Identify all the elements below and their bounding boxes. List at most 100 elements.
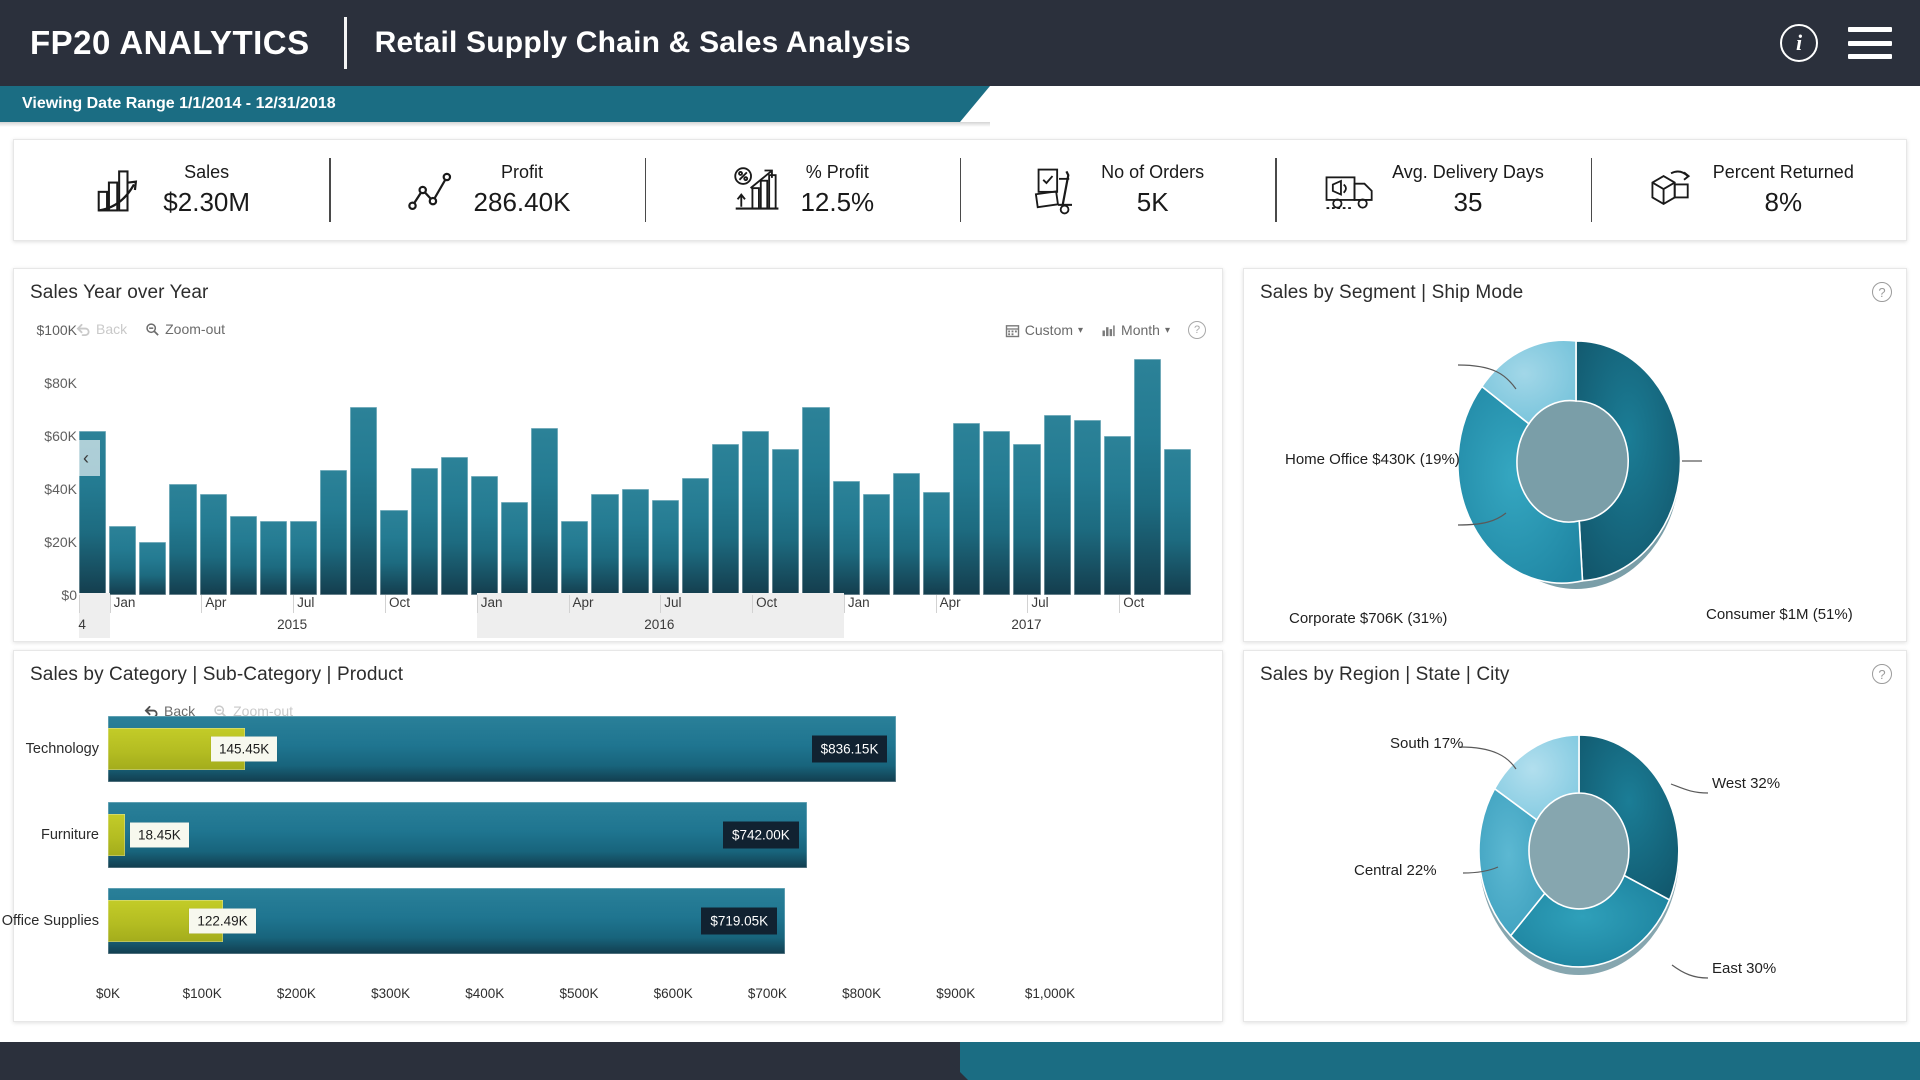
segment-label-home-office: Home Office $430K (19%) (1285, 451, 1460, 468)
line-chart-icon (404, 164, 460, 216)
yoy-bar[interactable] (863, 494, 890, 595)
yoy-month-tick[interactable]: Jul (1031, 595, 1048, 610)
kpi-sales[interactable]: Sales $2.30M (14, 140, 329, 240)
yoy-bar[interactable] (320, 470, 347, 595)
region-leader-south (1460, 747, 1516, 769)
yoy-bar[interactable] (411, 468, 438, 595)
yoy-bar[interactable] (622, 489, 649, 595)
yoy-bar[interactable] (290, 521, 317, 595)
region-help-icon[interactable]: ? (1872, 664, 1892, 684)
yoy-month-tick[interactable]: Jul (297, 595, 314, 610)
category-x-tick: $500K (559, 986, 598, 1001)
category-axis-label[interactable]: Office Supplies (2, 913, 108, 929)
yoy-bar[interactable] (471, 476, 498, 595)
yoy-bar[interactable] (833, 481, 860, 595)
kpi-no-of-orders[interactable]: No of Orders 5K (960, 140, 1275, 240)
yoy-month-tick[interactable]: Apr (205, 595, 226, 610)
yoy-month-tick[interactable]: Apr (940, 595, 961, 610)
percent-chart-icon (730, 164, 786, 216)
yoy-axis-separator (79, 595, 80, 613)
yoy-month-tick[interactable]: Oct (1123, 595, 1144, 610)
yoy-month-tick[interactable]: Oct (756, 595, 777, 610)
yoy-y-tick: $80K (44, 375, 77, 391)
yoy-bar[interactable] (1104, 436, 1131, 595)
region-label-central: Central 22% (1354, 862, 1437, 879)
yoy-bar[interactable] (893, 473, 920, 595)
yoy-y-tick: $20K (44, 534, 77, 550)
panel-title: Sales by Segment | Ship Mode (1244, 269, 1906, 304)
kpi-value: 12.5% (800, 187, 874, 218)
yoy-bar[interactable] (772, 449, 799, 595)
yoy-month-tick[interactable]: Jan (481, 595, 503, 610)
kpi-label: Sales (184, 162, 229, 183)
kpi-avg-delivery-days[interactable]: Avg. Delivery Days 35 (1275, 140, 1590, 240)
yoy-month-tick[interactable]: Apr (573, 595, 594, 610)
yoy-bar[interactable] (380, 510, 407, 595)
yoy-year-label[interactable]: 4 (78, 617, 86, 632)
panel-sales-by-segment: Sales by Segment | Ship Mode ? (1243, 268, 1907, 642)
panel-title: Sales Year over Year (14, 269, 1222, 304)
yoy-bar[interactable] (591, 494, 618, 595)
kpi-percent-profit[interactable]: % Profit 12.5% (645, 140, 960, 240)
yoy-month-tick[interactable]: Oct (389, 595, 410, 610)
yoy-bar[interactable] (441, 457, 468, 595)
info-circle-icon[interactable]: i (1780, 24, 1818, 62)
yoy-bar[interactable] (169, 484, 196, 595)
yoy-bar[interactable] (1074, 420, 1101, 595)
category-x-tick: $800K (842, 986, 881, 1001)
kpi-profit[interactable]: Profit 286.40K (329, 140, 644, 240)
yoy-bar[interactable] (350, 407, 377, 595)
yoy-y-tick: $100K (37, 322, 77, 338)
yoy-bar[interactable] (802, 407, 829, 595)
category-profit-bar[interactable] (108, 814, 125, 856)
yoy-axis-separator (1027, 595, 1028, 613)
yoy-bar[interactable] (983, 431, 1010, 595)
segment-help-icon[interactable]: ? (1872, 282, 1892, 302)
yoy-year-label[interactable]: 2016 (644, 617, 674, 632)
yoy-axis-separator (844, 595, 845, 613)
yoy-bar[interactable] (923, 492, 950, 595)
kpi-label: Avg. Delivery Days (1392, 162, 1544, 183)
yoy-bar[interactable] (200, 494, 227, 595)
hamburger-menu-icon[interactable] (1848, 27, 1892, 59)
yoy-bar[interactable] (1013, 444, 1040, 595)
category-x-tick: $1,000K (1025, 986, 1075, 1001)
yoy-bar[interactable] (109, 526, 136, 595)
yoy-bar[interactable] (139, 542, 166, 595)
segment-label-corporate: Corporate $706K (31%) (1289, 610, 1447, 627)
yoy-bar[interactable] (1164, 449, 1191, 595)
yoy-month-tick[interactable]: Jan (848, 595, 870, 610)
kpi-percent-returned[interactable]: Percent Returned 8% (1591, 140, 1906, 240)
yoy-bar[interactable] (953, 423, 980, 595)
yoy-bar[interactable] (230, 516, 257, 596)
yoy-plot-area: $0$20K$40K$60K$80K$100K (13, 330, 1211, 595)
page-title: Retail Supply Chain & Sales Analysis (375, 26, 911, 60)
yoy-bar[interactable] (561, 521, 588, 595)
yoy-axis-separator (201, 595, 202, 613)
category-axis-label[interactable]: Technology (26, 741, 108, 757)
region-leader-east (1672, 965, 1708, 978)
region-label-east: East 30% (1712, 960, 1776, 977)
kpi-value: 5K (1137, 187, 1169, 218)
yoy-month-tick[interactable]: Jul (664, 595, 681, 610)
category-bar-row: Furniture18.45K$742.00K (108, 802, 1050, 868)
yoy-bar[interactable] (652, 500, 679, 595)
yoy-bar[interactable] (742, 431, 769, 595)
category-sales-bar[interactable] (108, 802, 807, 868)
yoy-bar[interactable] (501, 502, 528, 595)
yoy-year-label[interactable]: 2017 (1011, 617, 1041, 632)
yoy-year-label[interactable]: 2015 (277, 617, 307, 632)
yoy-y-tick: $40K (44, 481, 77, 497)
yoy-bar[interactable] (1134, 359, 1161, 595)
yoy-bar[interactable] (1044, 415, 1071, 595)
yoy-month-tick[interactable]: Jan (114, 595, 136, 610)
logo-text: FP20 ANALYTICS (30, 24, 310, 62)
yoy-scroll-left-button[interactable]: ‹ (72, 440, 100, 476)
panel-title: Sales by Category | Sub-Category | Produ… (14, 651, 1222, 686)
yoy-bar[interactable] (260, 521, 287, 595)
yoy-bar[interactable] (531, 428, 558, 595)
yoy-bar[interactable] (712, 444, 739, 595)
yoy-axis-separator (936, 595, 937, 613)
category-axis-label[interactable]: Furniture (41, 827, 108, 843)
yoy-bar[interactable] (682, 478, 709, 595)
